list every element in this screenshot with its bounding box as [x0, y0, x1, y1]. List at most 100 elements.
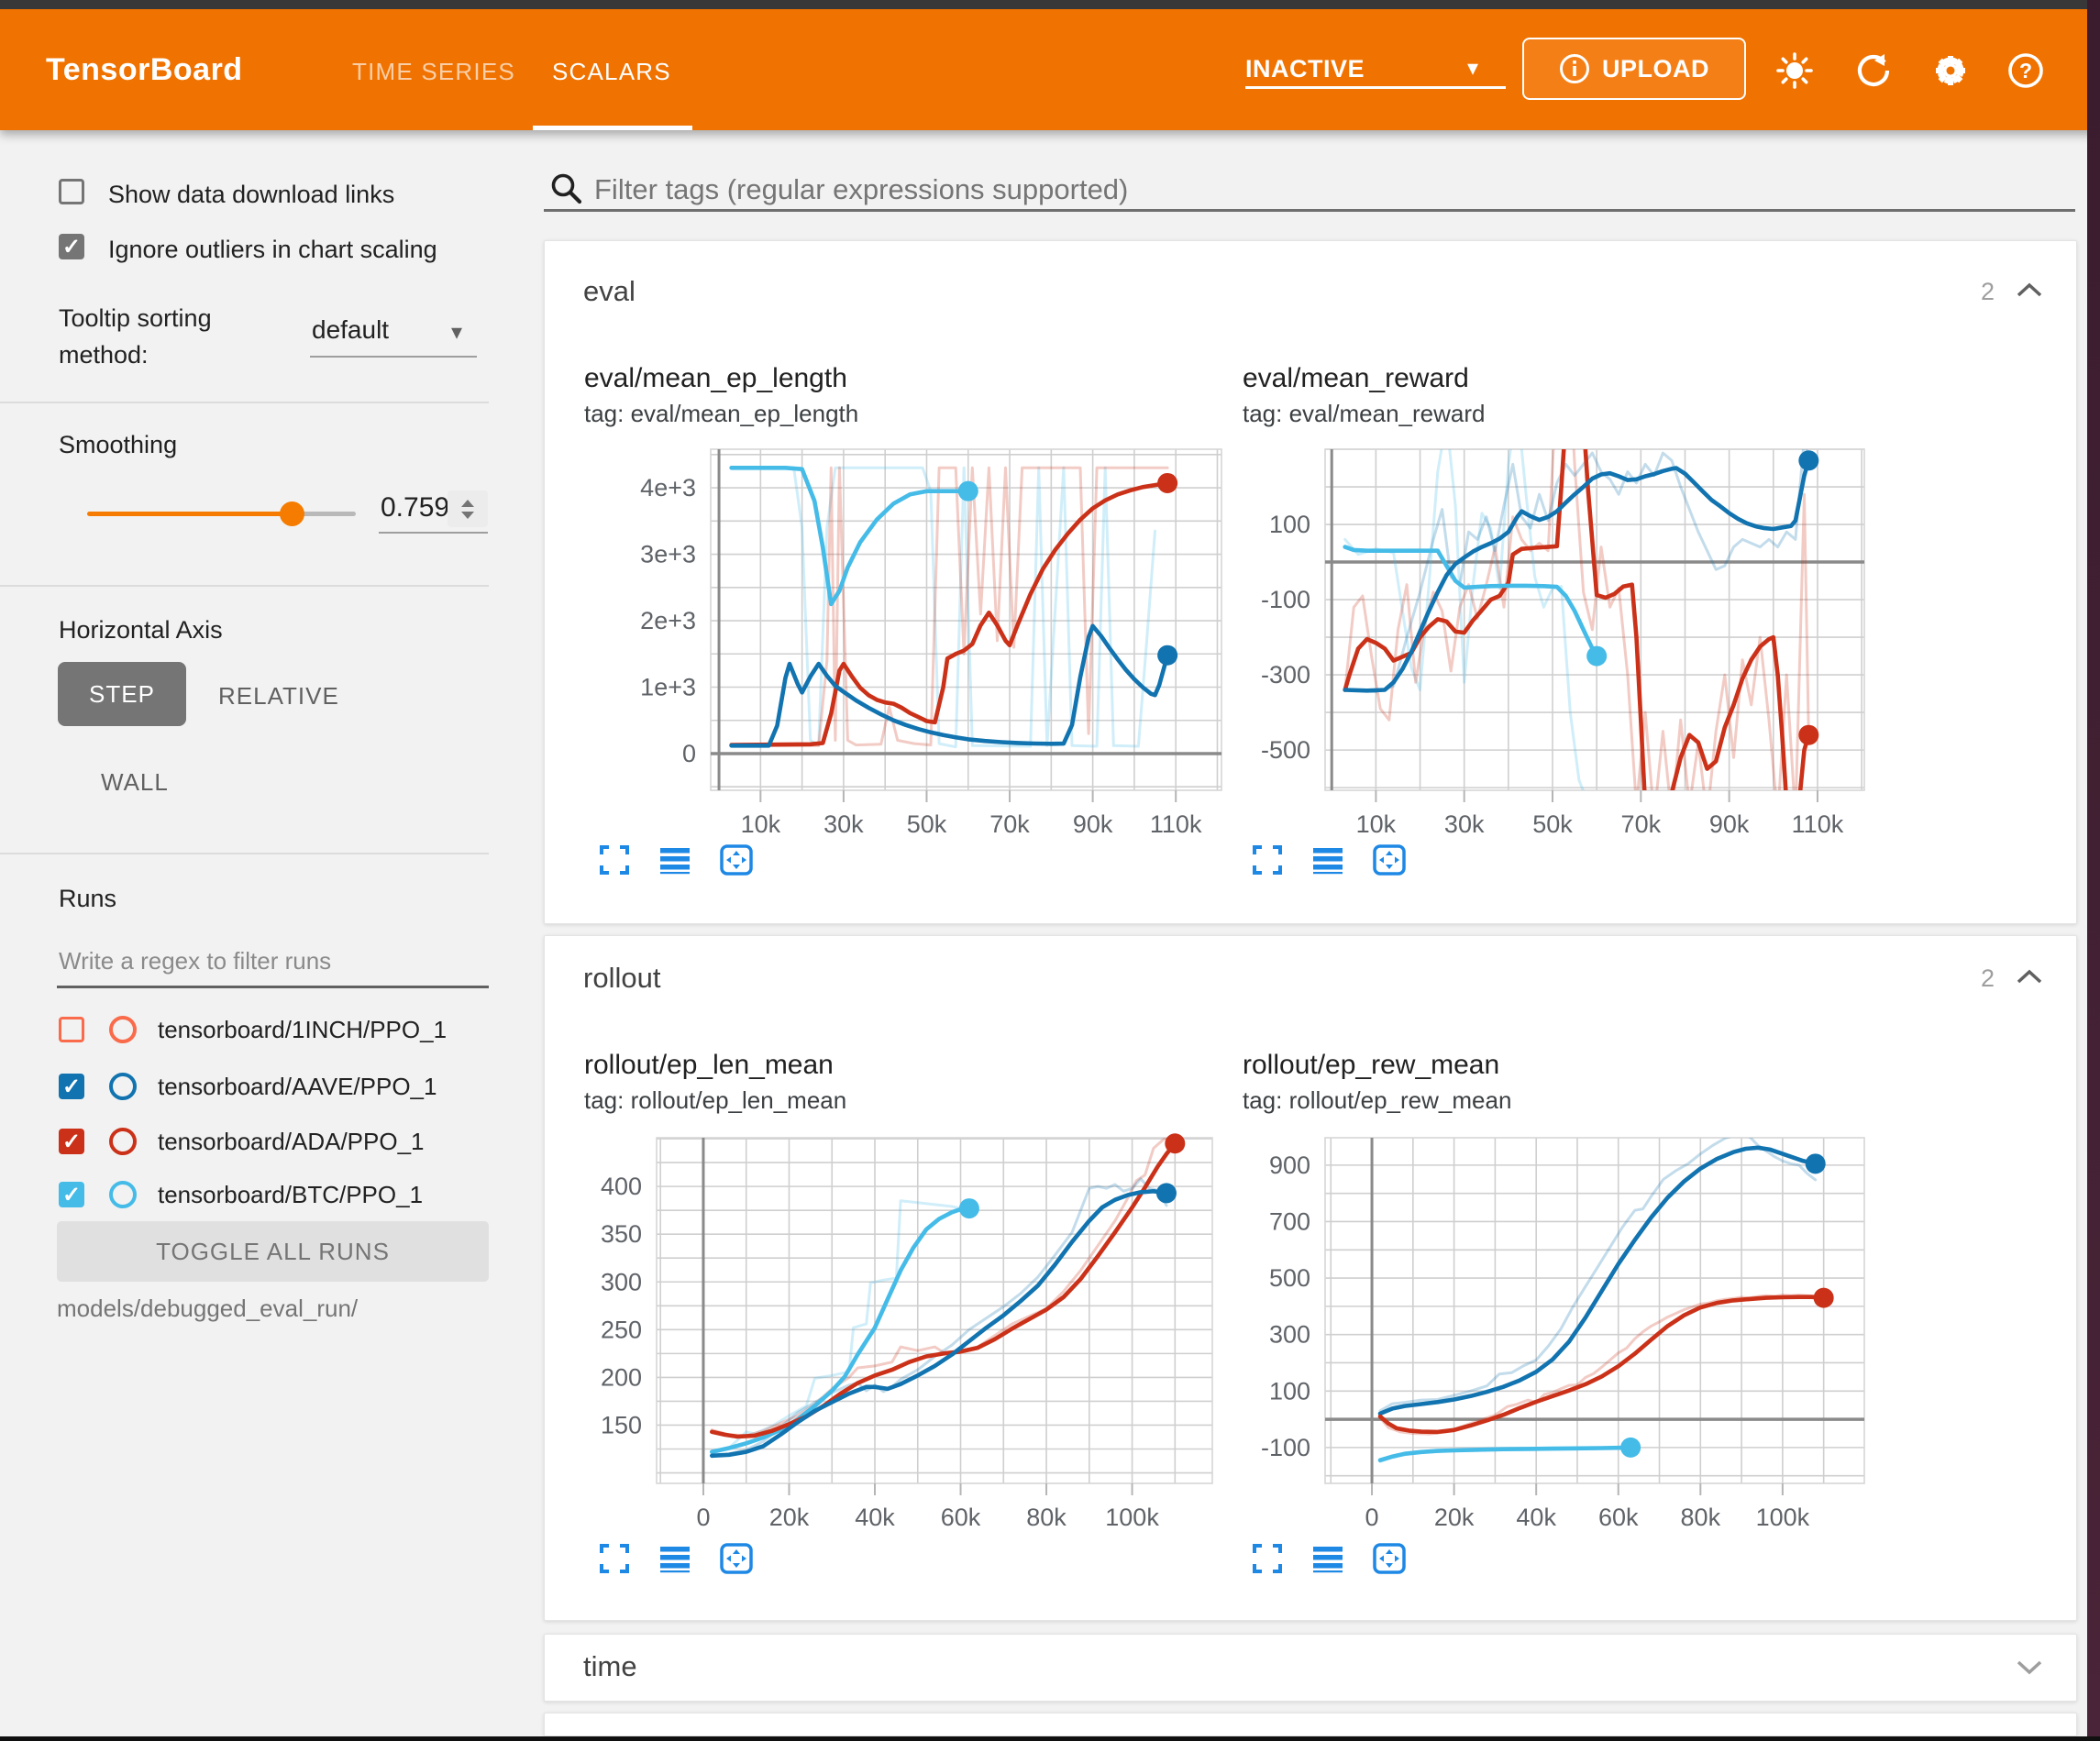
svg-text:90k: 90k	[1709, 810, 1750, 838]
run-checkbox-1inch[interactable]	[59, 1017, 84, 1042]
smoothing-slider-thumb[interactable]	[280, 501, 304, 526]
tooltip-sorting-label-2: method:	[59, 341, 149, 369]
tab-time-series[interactable]: TIME SERIES	[352, 58, 515, 86]
fit-to-data-icon[interactable]	[719, 1542, 754, 1580]
svg-text:0: 0	[682, 740, 696, 767]
data-table-icon[interactable]	[658, 1542, 691, 1580]
chevron-up-icon[interactable]	[2014, 280, 2045, 306]
tooltip-sorting-select[interactable]: default	[312, 315, 389, 345]
data-table-icon[interactable]	[1311, 1542, 1344, 1580]
chevron-down-icon[interactable]	[2014, 1656, 2045, 1682]
fit-to-data-icon[interactable]	[719, 843, 754, 881]
svg-text:400: 400	[601, 1173, 642, 1200]
svg-text:-100: -100	[1261, 586, 1310, 613]
chevron-up-icon[interactable]	[2014, 966, 2045, 993]
expand-chart-icon[interactable]	[1251, 1542, 1284, 1580]
expand-chart-icon[interactable]	[1251, 843, 1284, 881]
axis-relative-button[interactable]: RELATIVE	[218, 682, 339, 711]
chart-toolbar	[598, 1542, 754, 1580]
run-checkbox-aave[interactable]: ✓	[59, 1074, 84, 1099]
chart-plot-0[interactable]: 01e+32e+33e+34e+310k30k50k70k90k110k	[578, 403, 1234, 847]
run-color-swatch[interactable]	[109, 1073, 137, 1100]
smoothing-value-input[interactable]: 0.759	[381, 492, 449, 523]
svg-text:2e+3: 2e+3	[640, 607, 696, 634]
runs-label: Runs	[59, 885, 116, 913]
data-table-icon[interactable]	[1311, 843, 1344, 881]
chart-tag: tag: rollout/ep_rew_mean	[1243, 1086, 1511, 1115]
time-section-card	[544, 1634, 2077, 1702]
status-dropdown[interactable]: INACTIVE	[1245, 55, 1365, 83]
brightness-icon[interactable]	[1775, 51, 1814, 90]
svg-text:1e+3: 1e+3	[640, 674, 696, 701]
filter-tags-input[interactable]: Filter tags (regular expressions support…	[594, 173, 1128, 206]
run-checkbox-ada[interactable]: ✓	[59, 1129, 84, 1154]
smoothing-spinner[interactable]	[448, 490, 488, 527]
spinner-up-icon[interactable]	[461, 500, 474, 507]
info-icon	[1559, 53, 1590, 84]
caret-down-icon[interactable]: ▾	[1467, 55, 1478, 82]
svg-text:4e+3: 4e+3	[640, 474, 696, 501]
section-header-eval[interactable]: eval	[583, 275, 636, 308]
chart-title: eval/mean_ep_length	[584, 363, 847, 394]
tensorboard-app: TensorBoard TIME SERIES SCALARS INACTIVE…	[0, 0, 2100, 1741]
svg-text:-500: -500	[1261, 736, 1310, 764]
refresh-icon[interactable]	[1854, 51, 1893, 90]
runs-filter-input[interactable]: Write a regex to filter runs	[59, 947, 331, 975]
active-tab-underline	[533, 126, 692, 130]
chart-plot-1[interactable]: 100-100-300-50010k30k50k70k90k110k	[1192, 403, 1877, 847]
smoothing-slider-filled[interactable]	[87, 512, 292, 516]
settings-gear-icon[interactable]	[1931, 51, 1970, 90]
chart-tag: tag: eval/mean_ep_length	[584, 400, 858, 428]
axis-wall-button[interactable]: WALL	[101, 768, 169, 797]
svg-text:100: 100	[1269, 511, 1310, 538]
section-header-rollout[interactable]: rollout	[583, 962, 660, 995]
data-table-icon[interactable]	[658, 843, 691, 881]
svg-text:40k: 40k	[855, 1504, 895, 1531]
smoothing-input-underline	[379, 532, 488, 534]
expand-chart-icon[interactable]	[598, 843, 631, 881]
show-download-checkbox[interactable]	[59, 179, 84, 204]
run-row-ada[interactable]: ✓ tensorboard/ADA/PPO_1	[59, 1123, 425, 1160]
run-row-btc[interactable]: ✓ tensorboard/BTC/PPO_1	[59, 1176, 423, 1213]
fit-to-data-icon[interactable]	[1372, 843, 1407, 881]
run-row-1inch[interactable]: tensorboard/1INCH/PPO_1	[59, 1011, 447, 1048]
chart-plot-3[interactable]: -100100300500700900020k40k60k80k100k	[1192, 1092, 1877, 1540]
divider	[0, 585, 489, 587]
chart-plot-2[interactable]: 150200250300350400020k40k60k80k100k	[541, 1092, 1225, 1540]
svg-text:60k: 60k	[1598, 1504, 1639, 1531]
run-color-swatch[interactable]	[109, 1128, 137, 1155]
svg-text:80k: 80k	[1026, 1504, 1067, 1531]
run-color-swatch[interactable]	[109, 1181, 137, 1208]
caret-down-icon[interactable]: ▾	[451, 319, 462, 346]
axis-step-button[interactable]: STEP	[58, 662, 186, 726]
run-color-swatch[interactable]	[109, 1016, 137, 1043]
spinner-down-icon[interactable]	[461, 512, 474, 519]
svg-text:200: 200	[601, 1363, 642, 1391]
svg-text:150: 150	[601, 1411, 642, 1438]
chart-title: rollout/ep_rew_mean	[1243, 1050, 1499, 1081]
svg-text:50k: 50k	[1532, 810, 1573, 838]
bottom-strip	[0, 1736, 2100, 1741]
expand-chart-icon[interactable]	[598, 1542, 631, 1580]
svg-text:30k: 30k	[823, 810, 864, 838]
upload-button[interactable]: UPLOAD	[1522, 38, 1746, 100]
tab-scalars[interactable]: SCALARS	[552, 58, 671, 86]
svg-text:40k: 40k	[1516, 1504, 1556, 1531]
section-header-time[interactable]: time	[583, 1650, 637, 1683]
run-row-aave[interactable]: ✓ tensorboard/AAVE/PPO_1	[59, 1068, 437, 1105]
svg-text:70k: 70k	[1621, 810, 1662, 838]
toggle-all-runs-button[interactable]: TOGGLE ALL RUNS	[57, 1221, 489, 1282]
ignore-outliers-label: Ignore outliers in chart scaling	[108, 236, 437, 264]
svg-text:20k: 20k	[1434, 1504, 1475, 1531]
svg-text:250: 250	[601, 1316, 642, 1343]
ignore-outliers-checkbox[interactable]: ✓	[59, 234, 84, 259]
run-checkbox-btc[interactable]: ✓	[59, 1182, 84, 1207]
svg-text:10k: 10k	[741, 810, 781, 838]
svg-text:0: 0	[696, 1504, 710, 1531]
chart-toolbar	[1251, 843, 1407, 881]
chart-toolbar	[1251, 1542, 1407, 1580]
show-download-label: Show data download links	[108, 181, 394, 209]
browser-top-strip	[0, 0, 2100, 9]
fit-to-data-icon[interactable]	[1372, 1542, 1407, 1580]
help-icon[interactable]: ?	[2006, 51, 2045, 90]
